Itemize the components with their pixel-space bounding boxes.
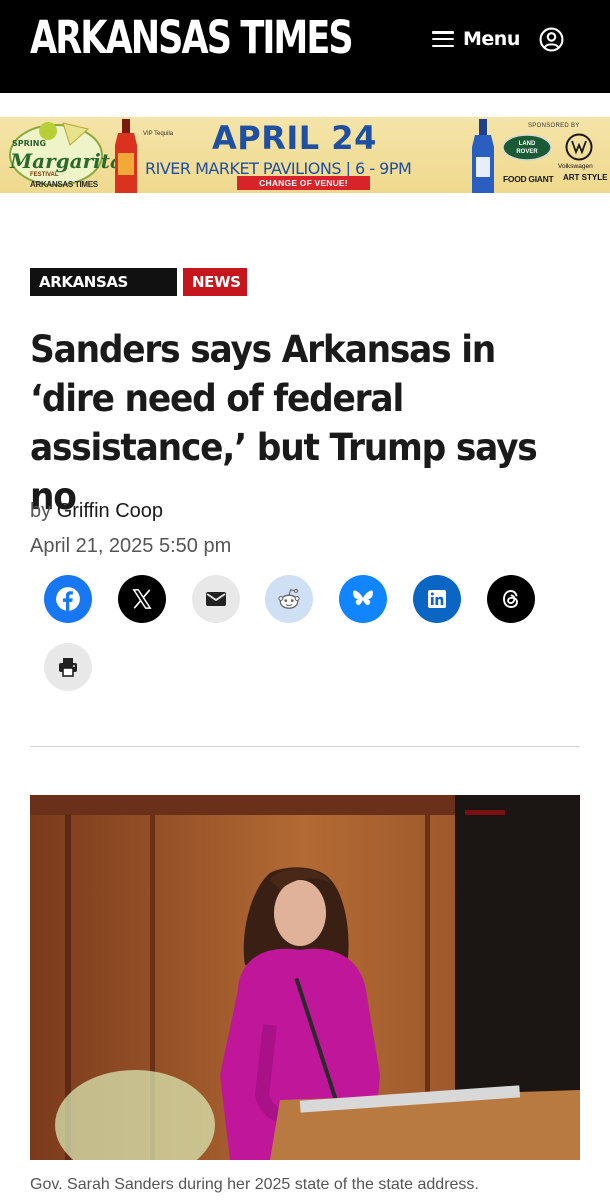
share-x-button[interactable] <box>118 575 166 623</box>
vw-logo-icon <box>565 133 593 161</box>
share-reddit-button[interactable] <box>265 575 313 623</box>
article-photo[interactable] <box>30 795 580 1160</box>
menu-label: Menu <box>463 28 520 50</box>
tequila-bottle-icon <box>472 119 494 193</box>
hamburger-icon <box>432 31 454 47</box>
ad-vip-text: VIP Tequila <box>143 131 174 137</box>
share-threads-button[interactable] <box>487 575 535 623</box>
section-divider <box>30 746 580 747</box>
ad-spring-text: SPRING <box>12 139 47 148</box>
menu-button[interactable]: Menu <box>432 26 520 52</box>
envelope-icon <box>206 592 226 606</box>
ad-presenter-text: ARKANSAS TIMES <box>30 180 98 189</box>
tag-arkansas-blog[interactable]: ARKANSAS BLOG <box>30 268 177 319</box>
land-rover-logo-icon: LAND ROVER <box>502 134 552 161</box>
byline-prefix: by <box>30 500 52 522</box>
butterfly-icon <box>353 590 373 606</box>
threads-icon <box>503 590 518 608</box>
ad-sponsored-label: SPONSORED BY <box>528 123 580 129</box>
ad-change-notice: CHANGE OF VENUE! <box>237 176 370 190</box>
tag-news[interactable]: NEWS <box>183 268 247 296</box>
share-bluesky-button[interactable] <box>339 575 387 623</box>
facebook-icon <box>56 587 80 611</box>
photo-caption: Gov. Sarah Sanders during her 2025 state… <box>30 1176 479 1193</box>
article-headline: Sanders says Arkansas in ‘dire need of f… <box>30 328 538 518</box>
tequila-bottle-icon <box>115 119 137 193</box>
svg-text:LAND: LAND <box>519 141 536 147</box>
ad-artstyle-text: ART STYLE <box>563 173 608 182</box>
ad-foodgiant-text: FOOD GIANT <box>503 174 554 184</box>
x-icon <box>132 589 152 609</box>
article-photo-image <box>30 795 580 1160</box>
author-link[interactable]: Griffin Coop <box>57 500 163 522</box>
ad-vw-text: Volkswagen <box>558 163 593 170</box>
byline: by Griffin Coop <box>30 500 163 523</box>
share-email-button[interactable] <box>192 575 240 623</box>
site-logo[interactable]: ARKANSAS TIMES <box>30 8 354 68</box>
share-linkedin-button[interactable] <box>413 575 461 623</box>
share-facebook-button[interactable] <box>44 575 92 623</box>
ad-date: APRIL 24 <box>212 119 377 157</box>
user-circle-icon[interactable] <box>539 27 564 52</box>
reddit-icon <box>278 588 300 609</box>
publish-date: April 21, 2025 5:50 pm <box>30 535 232 557</box>
linkedin-icon <box>428 590 446 608</box>
share-print-button[interactable] <box>44 643 92 691</box>
printer-icon <box>59 658 77 677</box>
ad-festival-text: FESTIVAL <box>30 172 59 178</box>
svg-text:ROVER: ROVER <box>516 149 538 155</box>
ad-banner[interactable]: SPRING Margarita FESTIVAL ARKANSAS TIMES… <box>0 117 610 193</box>
ad-margarita-text: Margarita <box>10 149 123 173</box>
site-header: ARKANSAS TIMES Menu <box>0 0 610 93</box>
